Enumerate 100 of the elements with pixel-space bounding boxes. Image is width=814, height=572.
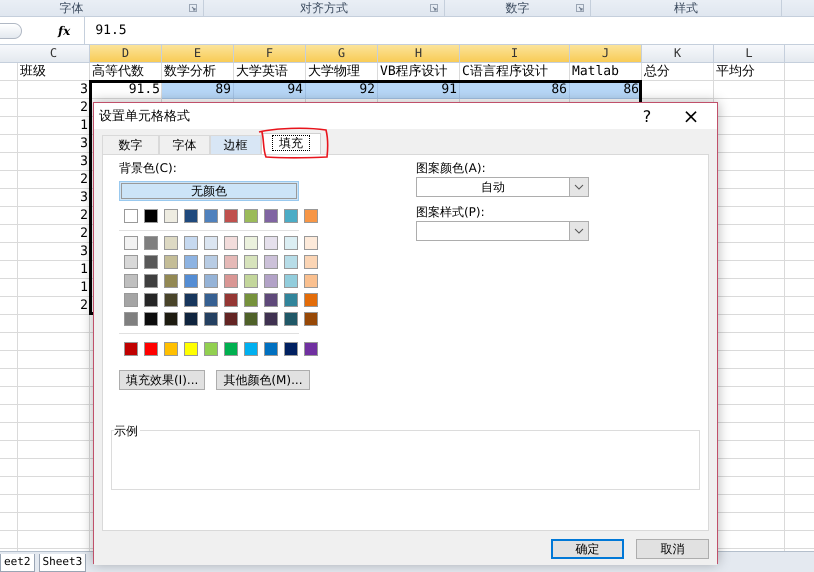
- color-swatch[interactable]: [264, 236, 278, 250]
- color-swatch[interactable]: [204, 274, 218, 288]
- color-swatch[interactable]: [164, 255, 178, 269]
- column-header[interactable]: H: [378, 45, 460, 62]
- color-swatch[interactable]: [144, 342, 158, 356]
- color-swatch[interactable]: [224, 236, 238, 250]
- color-swatch[interactable]: [164, 312, 178, 326]
- color-swatch[interactable]: [284, 274, 298, 288]
- color-swatch[interactable]: [144, 209, 158, 223]
- dialog-launcher-icon[interactable]: [189, 4, 197, 12]
- help-button[interactable]: ?: [625, 103, 669, 129]
- color-swatch[interactable]: [244, 293, 258, 307]
- color-swatch[interactable]: [264, 255, 278, 269]
- color-swatch[interactable]: [164, 274, 178, 288]
- formula-input[interactable]: 91.5: [84, 17, 814, 44]
- color-swatch[interactable]: [224, 255, 238, 269]
- column-header[interactable]: E: [162, 45, 234, 62]
- column-header[interactable]: G: [306, 45, 378, 62]
- color-swatch[interactable]: [284, 255, 298, 269]
- color-swatch[interactable]: [224, 293, 238, 307]
- dialog-tab[interactable]: 填充: [261, 133, 321, 154]
- color-swatch[interactable]: [124, 342, 138, 356]
- color-swatch[interactable]: [124, 293, 138, 307]
- color-swatch[interactable]: [184, 312, 198, 326]
- color-swatch[interactable]: [264, 342, 278, 356]
- color-swatch[interactable]: [144, 255, 158, 269]
- color-swatch[interactable]: [184, 342, 198, 356]
- color-swatch[interactable]: [244, 342, 258, 356]
- color-swatch[interactable]: [144, 236, 158, 250]
- dialog-launcher-icon[interactable]: [576, 4, 584, 12]
- color-swatch[interactable]: [184, 255, 198, 269]
- ok-button[interactable]: 确定: [551, 539, 624, 559]
- color-swatch[interactable]: [184, 209, 198, 223]
- color-swatch[interactable]: [244, 274, 258, 288]
- color-swatch[interactable]: [244, 236, 258, 250]
- column-header[interactable]: J: [570, 45, 642, 62]
- function-label[interactable]: fx: [58, 24, 70, 38]
- cancel-button[interactable]: 取消: [636, 539, 709, 559]
- color-swatch[interactable]: [124, 255, 138, 269]
- color-swatch[interactable]: [144, 274, 158, 288]
- color-swatch[interactable]: [124, 312, 138, 326]
- column-header[interactable]: D: [90, 45, 162, 62]
- color-swatch[interactable]: [144, 293, 158, 307]
- color-swatch[interactable]: [204, 255, 218, 269]
- color-swatch[interactable]: [284, 312, 298, 326]
- pattern-style-dropdown[interactable]: [416, 221, 589, 241]
- color-swatch[interactable]: [304, 293, 318, 307]
- color-swatch[interactable]: [224, 274, 238, 288]
- column-header[interactable]: I: [460, 45, 570, 62]
- pattern-color-dropdown[interactable]: 自动: [416, 177, 589, 197]
- color-swatch[interactable]: [304, 342, 318, 356]
- color-swatch[interactable]: [284, 342, 298, 356]
- dialog-tab[interactable]: 字体: [159, 135, 210, 154]
- color-swatch[interactable]: [184, 274, 198, 288]
- sheet-tab[interactable]: Sheet3: [38, 554, 86, 572]
- color-swatch[interactable]: [244, 312, 258, 326]
- color-swatch[interactable]: [264, 274, 278, 288]
- color-swatch[interactable]: [164, 236, 178, 250]
- fill-effects-button[interactable]: 填充效果(I)...: [119, 370, 206, 390]
- color-swatch[interactable]: [304, 236, 318, 250]
- color-swatch[interactable]: [144, 312, 158, 326]
- color-swatch[interactable]: [304, 209, 318, 223]
- more-colors-button[interactable]: 其他颜色(M)...: [216, 370, 310, 390]
- color-swatch[interactable]: [184, 293, 198, 307]
- color-swatch[interactable]: [284, 293, 298, 307]
- color-swatch[interactable]: [164, 209, 178, 223]
- color-swatch[interactable]: [184, 236, 198, 250]
- no-color-button[interactable]: 无颜色: [119, 181, 299, 201]
- color-swatch[interactable]: [264, 312, 278, 326]
- color-swatch[interactable]: [224, 312, 238, 326]
- color-swatch[interactable]: [124, 209, 138, 223]
- color-swatch[interactable]: [304, 312, 318, 326]
- column-header[interactable]: F: [234, 45, 306, 62]
- color-swatch[interactable]: [204, 236, 218, 250]
- color-swatch[interactable]: [284, 236, 298, 250]
- dialog-launcher-icon[interactable]: [430, 4, 438, 12]
- close-button[interactable]: ×: [669, 103, 713, 129]
- color-swatch[interactable]: [164, 342, 178, 356]
- color-swatch[interactable]: [264, 293, 278, 307]
- color-swatch[interactable]: [224, 342, 238, 356]
- color-swatch[interactable]: [264, 209, 278, 223]
- color-swatch[interactable]: [284, 209, 298, 223]
- color-swatch[interactable]: [124, 274, 138, 288]
- color-swatch[interactable]: [204, 209, 218, 223]
- dialog-tab[interactable]: 边框: [210, 135, 261, 154]
- color-swatch[interactable]: [244, 209, 258, 223]
- color-swatch[interactable]: [304, 255, 318, 269]
- color-swatch[interactable]: [204, 342, 218, 356]
- pattern-style-label: 图案样式(P):: [416, 205, 486, 219]
- color-swatch[interactable]: [164, 293, 178, 307]
- color-swatch[interactable]: [204, 293, 218, 307]
- column-header[interactable]: L: [714, 45, 785, 62]
- color-swatch[interactable]: [224, 209, 238, 223]
- color-swatch[interactable]: [124, 236, 138, 250]
- dialog-tab[interactable]: 数字: [102, 135, 159, 154]
- column-header[interactable]: K: [642, 45, 714, 62]
- color-swatch[interactable]: [204, 312, 218, 326]
- sheet-tab[interactable]: eet2: [0, 554, 34, 572]
- color-swatch[interactable]: [304, 274, 318, 288]
- color-swatch[interactable]: [244, 255, 258, 269]
